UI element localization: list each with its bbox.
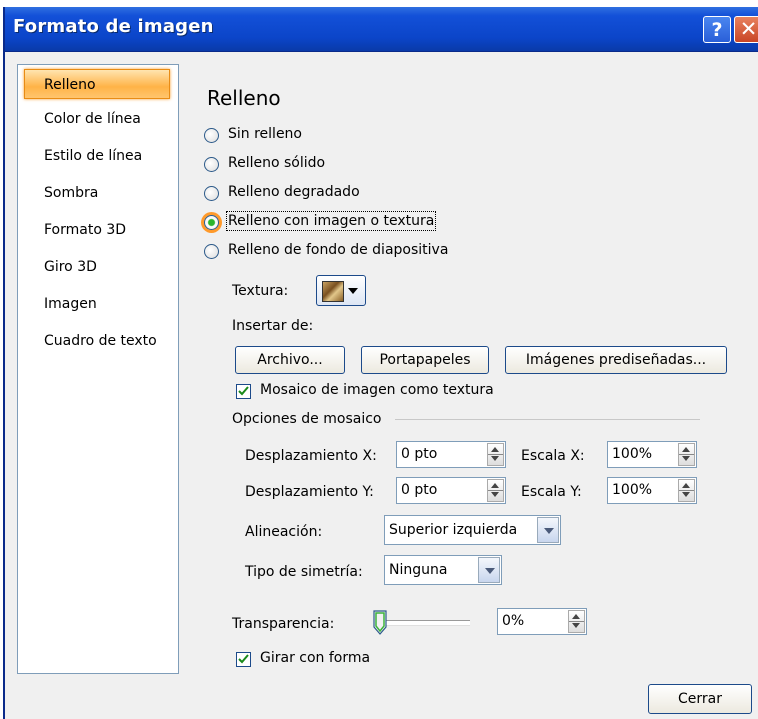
format-picture-dialog: Formato de imagen ? ✕ Relleno Color de l… — [3, 7, 758, 719]
radio-sin-relleno[interactable] — [204, 128, 219, 143]
offset-y-label: Desplazamiento Y: — [245, 484, 374, 500]
checkmark-icon — [238, 654, 249, 664]
clipart-button[interactable]: Imágenes prediseñadas... — [505, 346, 727, 374]
transparency-slider-track[interactable] — [378, 620, 470, 626]
scale-x-value: 100% — [612, 446, 653, 462]
insert-from-label: Insertar de: — [232, 318, 314, 334]
sidebar-item-giro-3d[interactable]: Giro 3D — [18, 252, 178, 282]
offset-y-spinner[interactable]: 0 pto — [396, 477, 506, 504]
texture-swatch-icon — [322, 281, 344, 302]
offset-x-spinner[interactable]: 0 pto — [396, 441, 506, 468]
scale-x-spinner[interactable]: 100% — [607, 441, 697, 468]
spinner-arrows-icon[interactable] — [487, 443, 504, 466]
tile-checkbox-label[interactable]: Mosaico de imagen como textura — [260, 382, 494, 398]
chevron-down-icon — [348, 288, 358, 294]
scale-y-spinner[interactable]: 100% — [607, 477, 697, 504]
scale-x-label: Escala X: — [521, 448, 585, 464]
offset-x-label: Desplazamiento X: — [245, 448, 377, 464]
sidebar-item-relleno[interactable]: Relleno — [24, 69, 170, 99]
label-relleno-degradado[interactable]: Relleno degradado — [228, 184, 360, 200]
spinner-arrows-icon[interactable] — [487, 479, 504, 502]
transparency-value: 0% — [502, 613, 525, 629]
chevron-down-icon[interactable] — [537, 517, 559, 543]
texture-picker[interactable] — [316, 275, 366, 306]
sidebar-item-color-de-linea[interactable]: Color de línea — [18, 104, 178, 134]
label-sin-relleno[interactable]: Sin relleno — [228, 126, 302, 142]
spinner-arrows-icon[interactable] — [678, 443, 695, 466]
offset-y-value: 0 pto — [401, 482, 438, 498]
sidebar-item-imagen[interactable]: Imagen — [18, 289, 178, 319]
transparency-slider-thumb[interactable] — [373, 610, 387, 635]
radio-relleno-imagen[interactable] — [204, 215, 219, 230]
radio-relleno-fondo[interactable] — [204, 244, 219, 259]
texture-label: Textura: — [232, 283, 289, 299]
category-list: Relleno Color de línea Estilo de línea S… — [17, 64, 179, 674]
mirror-value: Ninguna — [389, 562, 448, 578]
rotate-checkbox-label[interactable]: Girar con forma — [260, 650, 370, 666]
scale-y-value: 100% — [612, 482, 653, 498]
mirror-label: Tipo de simetría: — [245, 564, 363, 580]
label-relleno-fondo[interactable]: Relleno de fondo de diapositiva — [228, 242, 448, 258]
spinner-arrows-icon[interactable] — [678, 479, 695, 502]
tile-options-label: Opciones de mosaico — [232, 411, 382, 427]
radio-relleno-degradado[interactable] — [204, 186, 219, 201]
alignment-label: Alineación: — [245, 524, 323, 540]
rotate-checkbox[interactable] — [236, 652, 251, 667]
transparency-spinner[interactable]: 0% — [497, 608, 587, 635]
transparency-label: Transparencia: — [232, 616, 335, 632]
dialog-title: Formato de imagen — [13, 16, 214, 37]
mirror-dropdown[interactable]: Ninguna — [384, 555, 502, 585]
alignment-dropdown[interactable]: Superior izquierda — [384, 515, 561, 545]
sidebar-item-formato-3d[interactable]: Formato 3D — [18, 215, 178, 245]
label-relleno-solido[interactable]: Relleno sólido — [228, 155, 325, 171]
help-button[interactable]: ? — [703, 16, 731, 43]
chevron-down-icon[interactable] — [478, 557, 500, 583]
label-relleno-imagen[interactable]: Relleno con imagen o textura — [225, 211, 437, 231]
radio-relleno-solido[interactable] — [204, 157, 219, 172]
title-bar[interactable]: Formato de imagen ? ✕ — [5, 7, 758, 52]
offset-x-value: 0 pto — [401, 446, 438, 462]
sidebar-item-cuadro-de-texto[interactable]: Cuadro de texto — [18, 326, 178, 356]
tile-options-divider — [395, 419, 700, 420]
clipboard-button[interactable]: Portapapeles — [361, 346, 489, 374]
sidebar-item-sombra[interactable]: Sombra — [18, 178, 178, 208]
alignment-value: Superior izquierda — [389, 522, 518, 538]
close-button[interactable]: Cerrar — [648, 684, 752, 714]
close-window-button[interactable]: ✕ — [734, 16, 758, 43]
file-button[interactable]: Archivo... — [235, 346, 345, 374]
scale-y-label: Escala Y: — [521, 484, 582, 500]
tile-checkbox[interactable] — [236, 384, 251, 399]
sidebar-item-estilo-de-linea[interactable]: Estilo de línea — [18, 141, 178, 171]
section-title: Relleno — [207, 86, 281, 110]
spinner-arrows-icon[interactable] — [568, 610, 585, 633]
checkmark-icon — [238, 386, 249, 396]
